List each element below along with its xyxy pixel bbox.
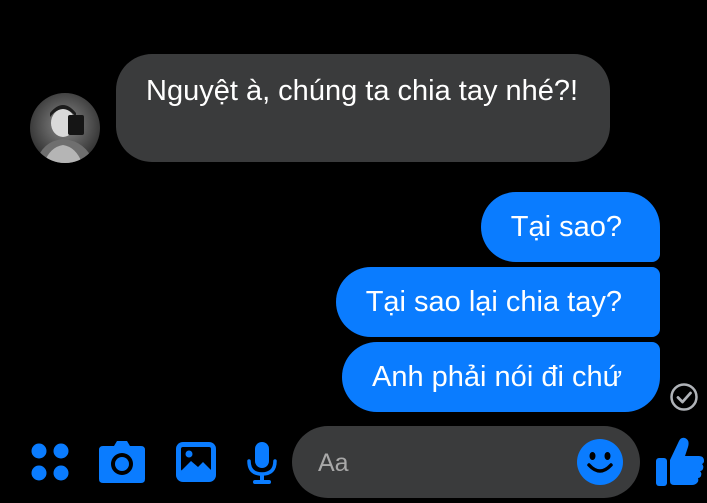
message-composer[interactable] [292,426,640,498]
message-text: Tại sao lại chia tay? [365,286,622,318]
message-input[interactable] [316,440,570,486]
microphone-icon[interactable] [245,441,279,485]
seen-check-icon [669,382,699,412]
message-text: Tại sao? [510,211,622,243]
like-icon[interactable] [655,436,705,488]
outgoing-message-bubble[interactable]: Tại sao? [480,192,660,262]
outgoing-message-bubble[interactable]: Tại sao lại chia tay? [335,267,660,337]
outgoing-message-bubble[interactable]: Anh phải nói đi chứ [342,342,660,412]
image-icon[interactable] [175,441,217,483]
camera-icon[interactable] [98,440,146,484]
apps-icon[interactable] [30,442,70,482]
message-text: Anh phải nói đi chứ [372,361,622,393]
emoji-icon[interactable] [576,438,624,486]
contact-avatar[interactable] [30,93,100,163]
incoming-message-bubble[interactable]: Nguyệt à, chúng ta chia tay nhé?! [116,54,610,162]
message-text: Nguyệt à, chúng ta chia tay nhé?! [146,75,579,107]
